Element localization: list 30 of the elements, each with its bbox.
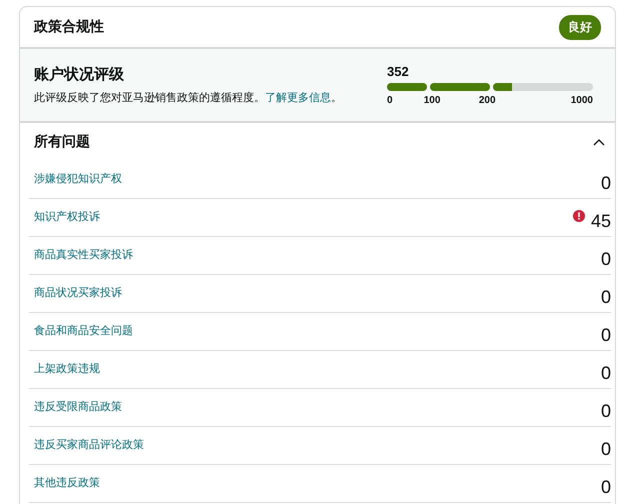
issue-count: 0 — [600, 287, 611, 308]
tick-label: 0 — [387, 95, 394, 106]
tick-label: 200 — [478, 95, 497, 106]
collapse-icon[interactable] — [593, 138, 605, 146]
rating-score: 352 — [387, 64, 410, 79]
issue-link[interactable]: 涉嫌侵犯知识产权 — [34, 171, 122, 198]
rating-title: 账户状况评级 — [34, 65, 125, 84]
issue-count: 0 — [600, 173, 611, 194]
status-badge: 良好 — [559, 14, 601, 40]
rating-description: 此评级反映了您对亚马逊销售政策的遵循程度。了解更多信息。 — [34, 90, 342, 105]
issue-count: 0 — [600, 325, 611, 346]
issue-link[interactable]: 上架政策违规 — [34, 361, 100, 388]
issue-link[interactable]: 商品真实性买家投诉 — [34, 247, 133, 274]
issues-title: 所有问题 — [34, 133, 90, 151]
issue-count: 0 — [600, 401, 611, 422]
issue-link[interactable]: 违反买家商品评论政策 — [34, 437, 144, 464]
learn-more-link[interactable]: 了解更多信息 — [265, 92, 331, 104]
card-title: 政策合规性 — [34, 18, 104, 36]
issue-count: 0 — [600, 477, 611, 498]
issue-count: 0 — [600, 439, 611, 460]
issue-count: 0 — [600, 363, 611, 384]
issue-link[interactable]: 商品状况买家投诉 — [34, 285, 122, 312]
issue-link[interactable]: 食品和商品安全问题 — [34, 323, 133, 350]
issue-link[interactable]: 其他违反政策 — [34, 475, 100, 502]
issue-link[interactable]: 违反受限商品政策 — [34, 399, 122, 426]
issue-count: 0 — [600, 249, 611, 270]
tick-label: 100 — [424, 95, 442, 106]
issue-link[interactable]: 知识产权投诉 — [34, 209, 100, 236]
issue-count: 45 — [590, 211, 611, 232]
tick-label: 1000 — [570, 95, 593, 106]
